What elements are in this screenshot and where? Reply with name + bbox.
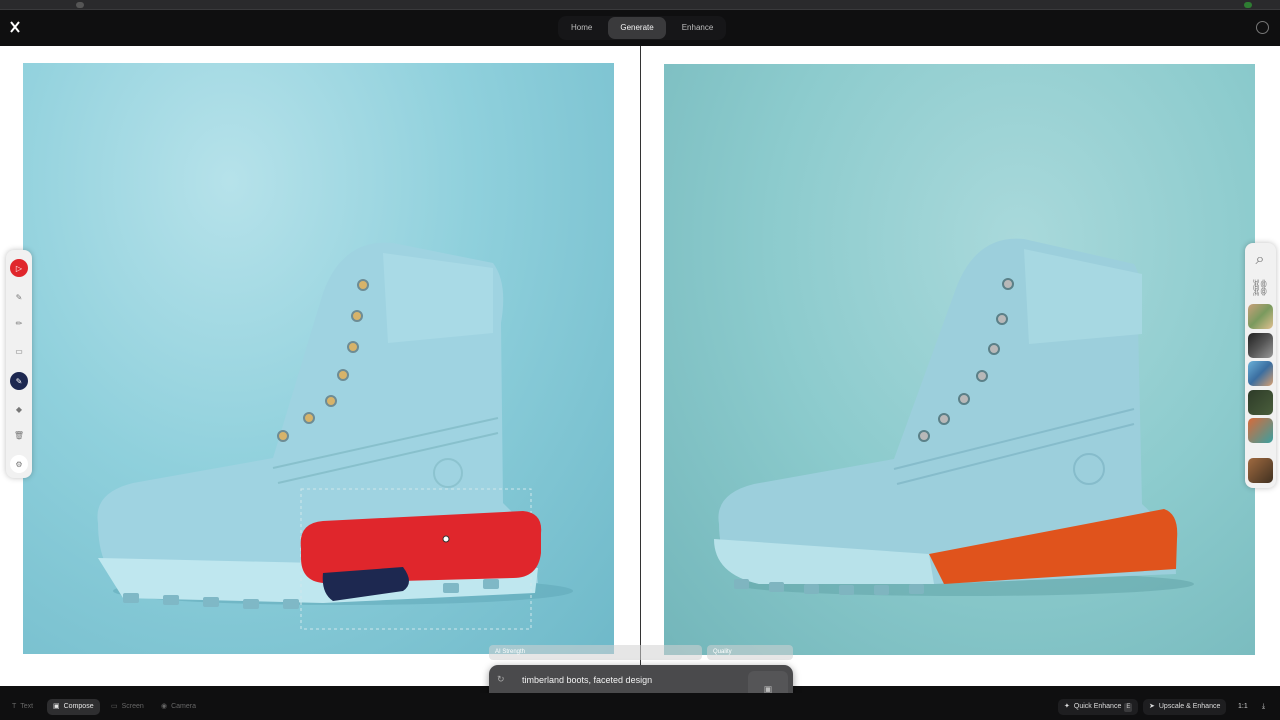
tab-home[interactable]: Home: [559, 17, 604, 39]
quality-label: Quality: [713, 649, 732, 655]
ai-strength-label: AI Strength: [495, 649, 526, 655]
profile-icon[interactable]: [1256, 21, 1269, 34]
pencil-icon[interactable]: ✏: [10, 314, 28, 332]
input-image[interactable]: [23, 63, 614, 654]
upscale-button[interactable]: ➤ Upscale & Enhance: [1143, 699, 1227, 715]
style-thumb-3[interactable]: [1248, 361, 1273, 386]
sparkle-icon: ✦: [1064, 703, 1070, 710]
settings-icon[interactable]: ⚙: [10, 455, 28, 473]
aspect-ratio[interactable]: 1:1: [1232, 699, 1254, 715]
fill-icon[interactable]: ▭: [10, 342, 28, 360]
download-icon[interactable]: ⤓: [1256, 699, 1271, 715]
style-toolbar: ⌕ ⛓: [1245, 243, 1276, 488]
prompt-input[interactable]: timberland boots, faceted design: [522, 675, 652, 685]
mode-camera[interactable]: ◉ Camera: [155, 699, 202, 715]
boot-sketch-left: [97, 242, 573, 630]
tab-generate[interactable]: Generate: [608, 17, 666, 39]
browser-strip: [0, 0, 1280, 10]
main-nav: Home Generate Enhance: [558, 16, 727, 40]
style-thumb-4[interactable]: [1248, 390, 1273, 415]
drawing-toolbar: ▷ ✎ ✏ ▭ ✎ ◆ 🗑 ⚙: [6, 250, 32, 478]
eraser-icon[interactable]: ◆: [10, 400, 28, 418]
text-icon: T: [12, 703, 17, 710]
boot-sketch-right: [714, 238, 1194, 596]
app-logo-icon[interactable]: [10, 21, 20, 33]
mode-screen[interactable]: ▭ Screen: [105, 699, 150, 715]
style-thumb-2[interactable]: [1248, 333, 1273, 358]
camera-icon: ◉: [161, 703, 168, 710]
bottom-bar: T Text ▣ Compose ▭ Screen ◉ Camera ✦ Quick En…: [0, 693, 1280, 720]
canvas-area: [0, 46, 1280, 686]
mode-text[interactable]: T Text: [6, 699, 39, 715]
cursor-icon[interactable]: ▷: [10, 259, 28, 277]
color-swatch-icon[interactable]: ✎: [10, 372, 28, 390]
screen-icon: ▭: [111, 703, 118, 710]
link-icon[interactable]: ⛓: [1250, 280, 1270, 297]
split-divider[interactable]: [640, 46, 641, 686]
output-image[interactable]: [664, 64, 1255, 655]
tab-enhance[interactable]: Enhance: [670, 17, 726, 39]
ai-strength-slider[interactable]: AI Strength: [489, 645, 702, 660]
send-icon: ➤: [1149, 703, 1155, 710]
style-thumb-6[interactable]: [1248, 458, 1273, 483]
compose-icon: ▣: [53, 703, 60, 710]
search-icon[interactable]: ⌕: [1252, 251, 1268, 268]
status-dot: [1244, 2, 1252, 8]
top-bar: Home Generate Enhance: [0, 10, 1280, 46]
mode-compose[interactable]: ▣ Compose: [47, 699, 100, 715]
refresh-icon[interactable]: ↻: [497, 674, 505, 685]
style-thumb-1[interactable]: [1248, 304, 1273, 329]
tab-dot: [76, 2, 84, 8]
quality-slider[interactable]: Quality: [707, 645, 793, 660]
trash-icon[interactable]: 🗑: [10, 426, 28, 444]
brush-icon[interactable]: ✎: [10, 288, 28, 306]
style-thumb-5[interactable]: [1248, 418, 1273, 443]
quick-enhance-button[interactable]: ✦ Quick Enhance E: [1058, 699, 1139, 715]
